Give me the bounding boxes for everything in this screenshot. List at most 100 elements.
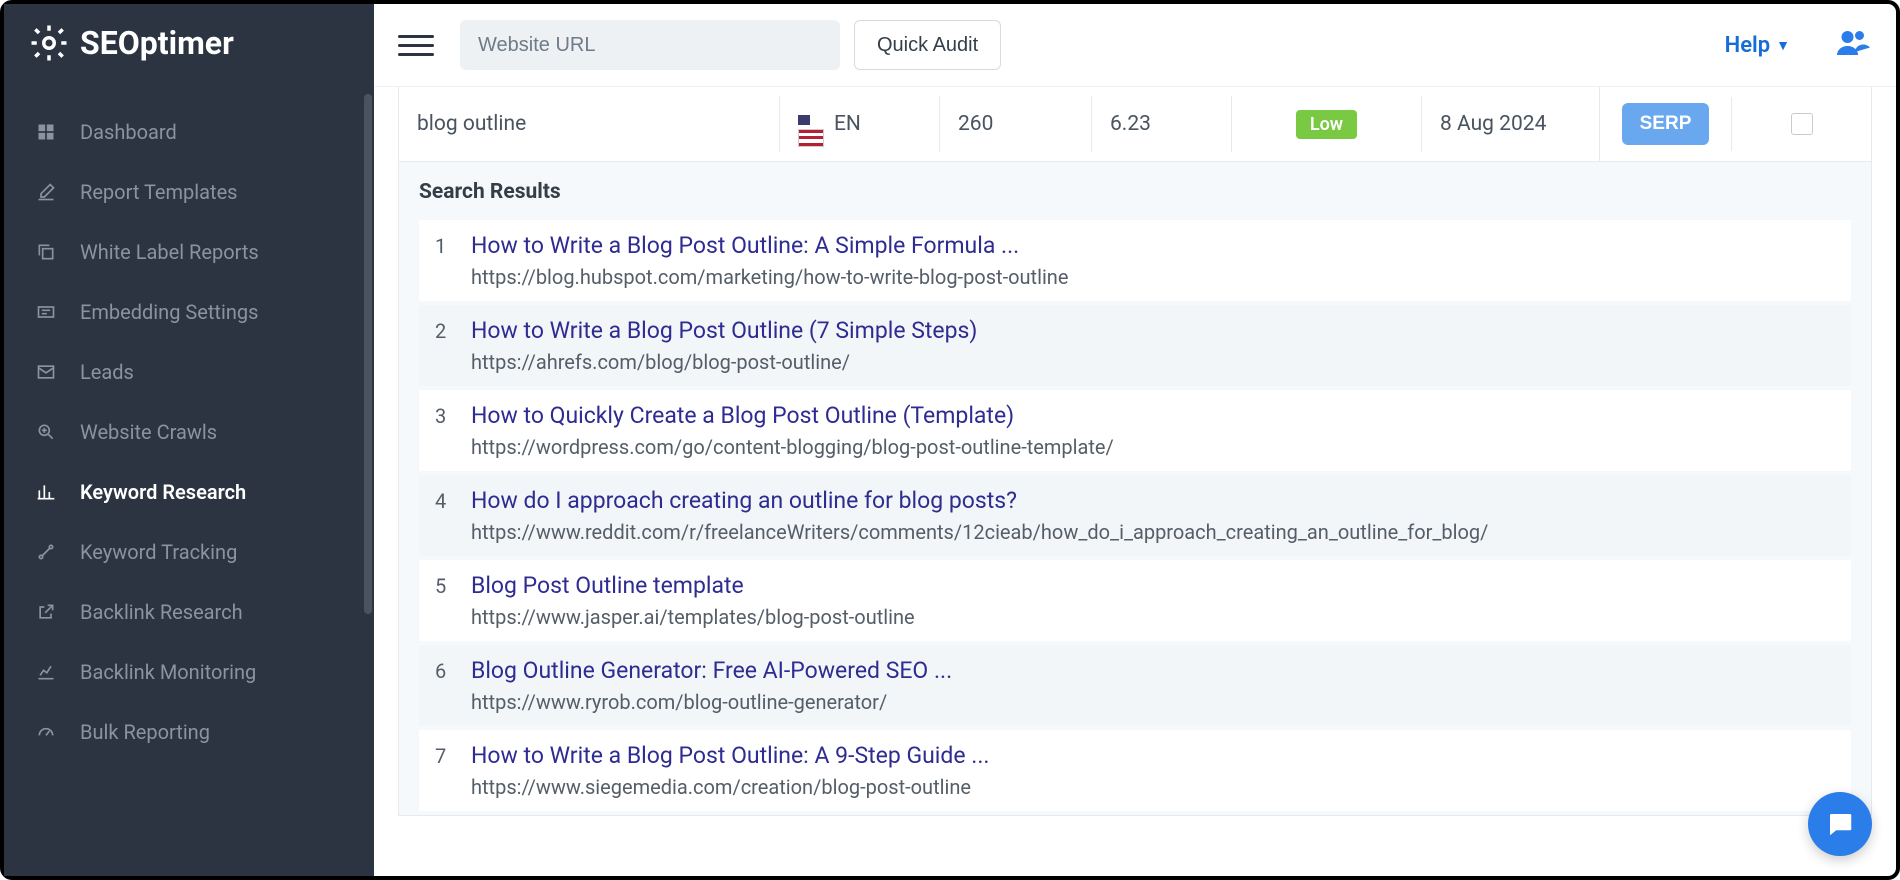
help-label: Help (1725, 33, 1771, 58)
competition-badge: Low (1296, 110, 1357, 139)
users-icon[interactable] (1832, 25, 1872, 65)
result-url: https://www.siegemedia.com/creation/blog… (471, 775, 1835, 799)
sidebar-item-embedding[interactable]: Embedding Settings (4, 282, 374, 342)
checkbox-cell (1731, 97, 1871, 151)
sidebar-item-label: White Label Reports (80, 240, 259, 264)
sidebar-item-report-templates[interactable]: Report Templates (4, 162, 374, 222)
search-results-title: Search Results (419, 180, 1851, 204)
result-body: Blog Post Outline template https://www.ja… (471, 572, 1835, 629)
nav: Dashboard Report Templates White Label R… (4, 82, 374, 762)
search-result-row: 1How to Write a Blog Post Outline: A Sim… (419, 220, 1851, 301)
track-icon (32, 542, 60, 562)
sidebar: SEOptimer Dashboard Report Templates Whi… (4, 4, 374, 876)
sidebar-item-label: Website Crawls (80, 420, 217, 444)
sidebar-item-leads[interactable]: Leads (4, 342, 374, 402)
edit-icon (32, 182, 60, 202)
result-url: https://wordpress.com/go/content-bloggin… (471, 435, 1835, 459)
result-body: How do I approach creating an outline fo… (471, 487, 1835, 544)
sidebar-item-label: Dashboard (80, 120, 177, 144)
brand-name: SEOptimer (80, 24, 234, 62)
caret-down-icon: ▼ (1776, 37, 1790, 54)
result-title-link[interactable]: How to Write a Blog Post Outline: A Simp… (471, 232, 1835, 259)
bar-chart-icon (32, 482, 60, 502)
main: Quick Audit Help ▼ blog outline EN (374, 4, 1896, 876)
date-cell: 8 Aug 2024 (1421, 96, 1599, 152)
sidebar-item-backlink-research[interactable]: Backlink Research (4, 582, 374, 642)
keyword-row: blog outline EN 260 6.23 Low 8 Aug 2024 … (398, 87, 1872, 162)
result-rank: 3 (435, 402, 471, 459)
sidebar-item-label: Bulk Reporting (80, 720, 210, 744)
result-url: https://www.reddit.com/r/freelanceWriter… (471, 520, 1835, 544)
line-chart-icon (32, 662, 60, 682)
search-result-row: 5Blog Post Outline template https://www.j… (419, 560, 1851, 641)
chat-icon (1825, 809, 1855, 839)
search-result-row: 7How to Write a Blog Post Outline: A 9-S… (419, 730, 1851, 811)
website-url-input[interactable] (460, 20, 840, 70)
sidebar-item-label: Leads (80, 360, 134, 384)
result-body: How to Write a Blog Post Outline: A 9-St… (471, 742, 1835, 799)
result-title-link[interactable]: Blog Outline Generator: Free AI-Powered … (471, 657, 1835, 684)
result-rank: 7 (435, 742, 471, 799)
sidebar-item-keyword-research[interactable]: Keyword Research (4, 462, 374, 522)
competition-cell: Low (1231, 96, 1421, 152)
sidebar-item-label: Report Templates (80, 180, 238, 204)
result-rank: 1 (435, 232, 471, 289)
result-rank: 2 (435, 317, 471, 374)
sidebar-item-label: Keyword Tracking (80, 540, 237, 564)
result-url: https://www.jasper.ai/templates/blog-pos… (471, 605, 1835, 629)
search-result-row: 4How do I approach creating an outline f… (419, 475, 1851, 556)
embed-icon (32, 302, 60, 322)
result-url: https://www.ryrob.com/blog-outline-gener… (471, 690, 1835, 714)
gear-arrows-icon (28, 22, 70, 64)
row-checkbox[interactable] (1791, 113, 1813, 135)
result-title-link[interactable]: How to Write a Blog Post Outline (7 Simp… (471, 317, 1835, 344)
search-results-list: 1How to Write a Blog Post Outline: A Sim… (419, 220, 1851, 811)
sidebar-item-backlink-monitoring[interactable]: Backlink Monitoring (4, 642, 374, 702)
language-cell: EN (779, 96, 939, 152)
result-body: How to Write a Blog Post Outline: A Simp… (471, 232, 1835, 289)
quick-audit-button[interactable]: Quick Audit (854, 20, 1001, 70)
result-title-link[interactable]: How to Quickly Create a Blog Post Outlin… (471, 402, 1835, 429)
result-rank: 5 (435, 572, 471, 629)
serp-cell: SERP (1599, 87, 1731, 161)
result-title-link[interactable]: How to Write a Blog Post Outline: A 9-St… (471, 742, 1835, 769)
menu-toggle-icon[interactable] (398, 27, 434, 63)
sidebar-scrollbar[interactable] (364, 94, 372, 614)
language-code: EN (834, 112, 861, 136)
sidebar-item-crawls[interactable]: Website Crawls (4, 402, 374, 462)
dashboard-icon (32, 122, 60, 142)
help-menu[interactable]: Help ▼ (1725, 33, 1790, 58)
result-url: https://ahrefs.com/blog/blog-post-outlin… (471, 350, 1835, 374)
sidebar-item-bulk-reporting[interactable]: Bulk Reporting (4, 702, 374, 762)
result-rank: 4 (435, 487, 471, 544)
result-body: Blog Outline Generator: Free AI-Powered … (471, 657, 1835, 714)
us-flag-icon (798, 115, 824, 133)
external-link-icon (32, 602, 60, 622)
sidebar-item-white-label[interactable]: White Label Reports (4, 222, 374, 282)
content: blog outline EN 260 6.23 Low 8 Aug 2024 … (374, 87, 1896, 876)
gauge-icon (32, 722, 60, 742)
brand-logo[interactable]: SEOptimer (4, 4, 374, 82)
sidebar-item-dashboard[interactable]: Dashboard (4, 102, 374, 162)
sidebar-item-label: Backlink Monitoring (80, 660, 256, 684)
result-title-link[interactable]: How do I approach creating an outline fo… (471, 487, 1835, 514)
result-url: https://blog.hubspot.com/marketing/how-t… (471, 265, 1835, 289)
sidebar-item-label: Embedding Settings (80, 300, 258, 324)
serp-button[interactable]: SERP (1622, 103, 1710, 145)
search-result-row: 3How to Quickly Create a Blog Post Outli… (419, 390, 1851, 471)
copy-icon (32, 242, 60, 262)
zoom-icon (32, 422, 60, 442)
result-rank: 6 (435, 657, 471, 714)
search-results-panel: Search Results 1How to Write a Blog Post… (398, 162, 1872, 816)
result-body: How to Quickly Create a Blog Post Outlin… (471, 402, 1835, 459)
result-title-link[interactable]: Blog Post Outline template (471, 572, 1835, 599)
sidebar-item-keyword-tracking[interactable]: Keyword Tracking (4, 522, 374, 582)
difficulty-cell: 6.23 (1091, 96, 1231, 152)
search-result-row: 6Blog Outline Generator: Free AI-Powered… (419, 645, 1851, 726)
volume-cell: 260 (939, 96, 1091, 152)
chat-widget[interactable] (1808, 792, 1872, 856)
mail-icon (32, 362, 60, 382)
result-body: How to Write a Blog Post Outline (7 Simp… (471, 317, 1835, 374)
sidebar-item-label: Backlink Research (80, 600, 243, 624)
topbar: Quick Audit Help ▼ (374, 4, 1896, 87)
